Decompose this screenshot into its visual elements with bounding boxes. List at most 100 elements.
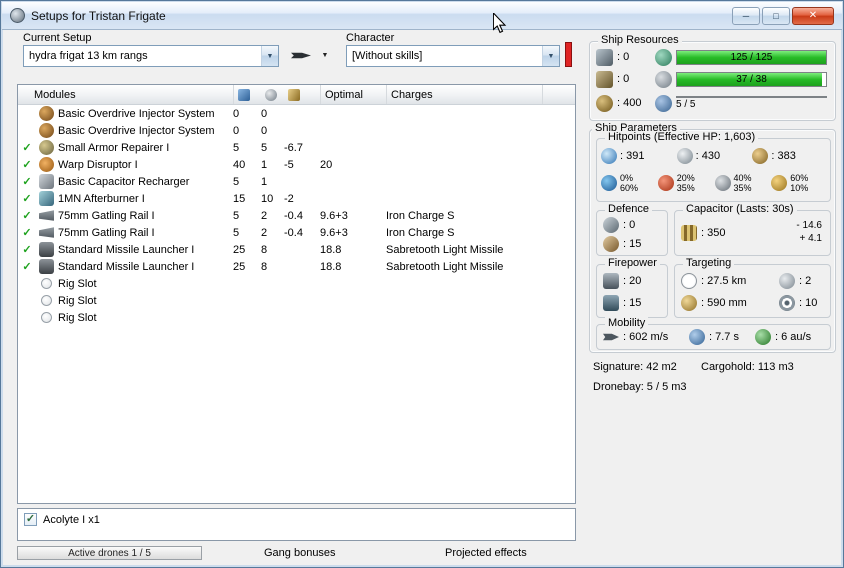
module-row[interactable]: ✓ Basic Capacitor Recharger 5 1 xyxy=(18,173,575,190)
module-powergrid-value: 8 xyxy=(261,260,268,273)
header-optimal[interactable]: Optimal xyxy=(320,85,386,104)
module-row[interactable]: ✓ 1MN Afterburner I 15 10 -2 xyxy=(18,190,575,207)
ship-resources-group: Ship Resources : 0 125 / 125 : 0 37 / 38… xyxy=(589,34,836,121)
module-name: Rig Slot xyxy=(58,311,97,324)
thermal-shield-resist: 20% xyxy=(676,173,695,183)
dronebay-stat: Dronebay: 5 / 5 m3 xyxy=(593,381,687,393)
scan-resolution-value: : 590 mm xyxy=(701,297,747,309)
header-capacitor[interactable] xyxy=(284,85,320,104)
header-powergrid[interactable] xyxy=(261,85,284,104)
turret-hardpoints-value: : 0 xyxy=(617,51,630,63)
module-optimal-value: 18.8 xyxy=(320,243,342,256)
header-cpu[interactable] xyxy=(233,85,261,104)
titlebar[interactable]: Setups for Tristan Frigate ─ □ ✕ xyxy=(2,2,842,30)
mobility-group: Mobility : 602 m/s : 7.7 s : 6 au/s xyxy=(596,317,831,350)
module-capacitor-value: -5 xyxy=(284,158,294,171)
module-powergrid-value: 1 xyxy=(261,175,268,188)
explosive-shield-resist: 60% xyxy=(790,173,809,183)
sensor-strength-icon xyxy=(779,295,795,311)
module-cpu-value: 40 xyxy=(233,158,246,171)
current-setup-label: Current Setup xyxy=(23,32,92,44)
character-status-indicator xyxy=(565,42,572,67)
capacitor-icon xyxy=(681,225,697,241)
minimize-icon: ─ xyxy=(742,10,750,21)
hitpoints-group: Hitpoints (Effective HP: 1,603) : 391 : … xyxy=(596,131,831,202)
drone-list-item[interactable]: ✓ Acolyte I x1 xyxy=(18,509,575,530)
powergrid-column-icon xyxy=(265,88,277,101)
defence-shield-value: : 0 xyxy=(623,219,636,231)
header-modules[interactable]: Modules xyxy=(18,85,233,104)
cpu-bar-text: 125 / 125 xyxy=(730,51,773,63)
capacitor-group: Capacitor (Lasts: 30s) : 350 - 14.6 + 4.… xyxy=(674,203,831,256)
module-row[interactable]: ✓ 75mm Gatling Rail I 5 2 -0.4 9.6+3 Iro… xyxy=(18,207,575,224)
module-row[interactable]: Rig Slot xyxy=(18,309,575,326)
structure-hp-value: : 383 xyxy=(771,150,796,162)
module-cpu-value: 15 xyxy=(233,192,246,205)
dronebay-bar xyxy=(676,96,827,98)
em-shield-resist: 0% xyxy=(620,173,634,183)
module-name: Rig Slot xyxy=(58,294,97,307)
powergrid-bar-text: 37 / 38 xyxy=(736,73,767,85)
module-capacitor-value: -6.7 xyxy=(284,141,303,154)
ship-menu-arrow[interactable]: ▼ xyxy=(318,48,332,63)
module-row[interactable]: ✓ Standard Missile Launcher I 25 8 18.8 … xyxy=(18,241,575,258)
dronebay-icon xyxy=(655,94,672,112)
module-capacitor-value: -0.4 xyxy=(284,209,303,222)
module-cpu-value: 5 xyxy=(233,141,240,154)
module-row[interactable]: Basic Overdrive Injector System 0 0 xyxy=(18,122,575,139)
module-powergrid-value: 0 xyxy=(261,124,268,137)
calibration-icon xyxy=(596,94,613,112)
hitpoints-values-row: : 391 : 430 : 383 xyxy=(601,148,828,164)
module-name: Warp Disruptor I xyxy=(58,158,138,171)
cpu-icon xyxy=(655,48,672,66)
module-row[interactable]: Rig Slot xyxy=(18,275,575,292)
character-combo[interactable]: [Without skills] ▼ xyxy=(346,45,560,67)
maximize-button[interactable]: □ xyxy=(762,6,790,25)
module-name: Basic Overdrive Injector System xyxy=(58,124,215,137)
defence-title: Defence xyxy=(605,203,652,215)
ship-browser-button[interactable] xyxy=(287,45,315,66)
shield-icon xyxy=(601,148,617,164)
module-row[interactable]: Basic Overdrive Injector System 0 0 xyxy=(18,105,575,122)
header-charges[interactable]: Charges xyxy=(386,85,542,104)
active-drones-bar[interactable]: Active drones 1 / 5 xyxy=(17,546,202,560)
projected-effects-link[interactable]: Projected effects xyxy=(445,547,527,559)
module-cpu-value: 0 xyxy=(233,124,240,137)
warp-speed-icon xyxy=(755,329,771,345)
module-row[interactable]: ✓ Warp Disruptor I 40 1 -5 20 xyxy=(18,156,575,173)
module-name: 75mm Gatling Rail I xyxy=(58,209,155,222)
shield-recharge-icon xyxy=(603,217,619,233)
railgun-icon xyxy=(39,210,54,221)
module-row[interactable]: ✓ Small Armor Repairer I 5 5 -6.7 xyxy=(18,139,575,156)
modules-rows: Basic Overdrive Injector System 0 0 Basi… xyxy=(18,105,575,503)
overdrive-icon xyxy=(39,106,54,121)
dropdown-arrow-icon[interactable]: ▼ xyxy=(261,46,278,66)
turret-hardpoints-icon xyxy=(596,48,613,66)
capacitor-column-icon xyxy=(288,88,300,101)
cap-recharger-icon xyxy=(39,174,54,189)
module-name: 75mm Gatling Rail I xyxy=(58,226,155,239)
module-row[interactable]: ✓ Standard Missile Launcher I 25 8 18.8 … xyxy=(18,258,575,275)
rig-slot-icon xyxy=(41,278,52,289)
resists-row: 0% 60% 20% 35% 40% 35% 60% 10% xyxy=(601,173,828,193)
defence-armor-value: : 15 xyxy=(623,238,642,250)
launcher-hardpoints-value: : 0 xyxy=(617,73,630,85)
targeting-group: Targeting : 27.5 km : 2 : 590 mm : 10 xyxy=(674,257,831,318)
turret-dps-icon xyxy=(603,273,619,289)
mobility-title: Mobility xyxy=(605,317,649,329)
drone-checkbox[interactable]: ✓ xyxy=(24,513,37,526)
module-row[interactable]: ✓ 75mm Gatling Rail I 5 2 -0.4 9.6+3 Iro… xyxy=(18,224,575,241)
module-cpu-value: 5 xyxy=(233,226,240,239)
close-button[interactable]: ✕ xyxy=(792,6,834,25)
minimize-button[interactable]: ─ xyxy=(732,6,760,25)
gang-bonuses-link[interactable]: Gang bonuses xyxy=(264,547,336,559)
module-name: Rig Slot xyxy=(58,277,97,290)
current-setup-combo[interactable]: hydra frigat 13 km rangs ▼ xyxy=(23,45,279,67)
dropdown-arrow-icon[interactable]: ▼ xyxy=(542,46,559,66)
module-name: 1MN Afterburner I xyxy=(58,192,145,205)
launcher-hardpoints-icon xyxy=(596,70,613,88)
powergrid-icon xyxy=(655,70,672,88)
targeting-title: Targeting xyxy=(683,257,735,269)
module-powergrid-value: 0 xyxy=(261,107,268,120)
module-row[interactable]: Rig Slot xyxy=(18,292,575,309)
